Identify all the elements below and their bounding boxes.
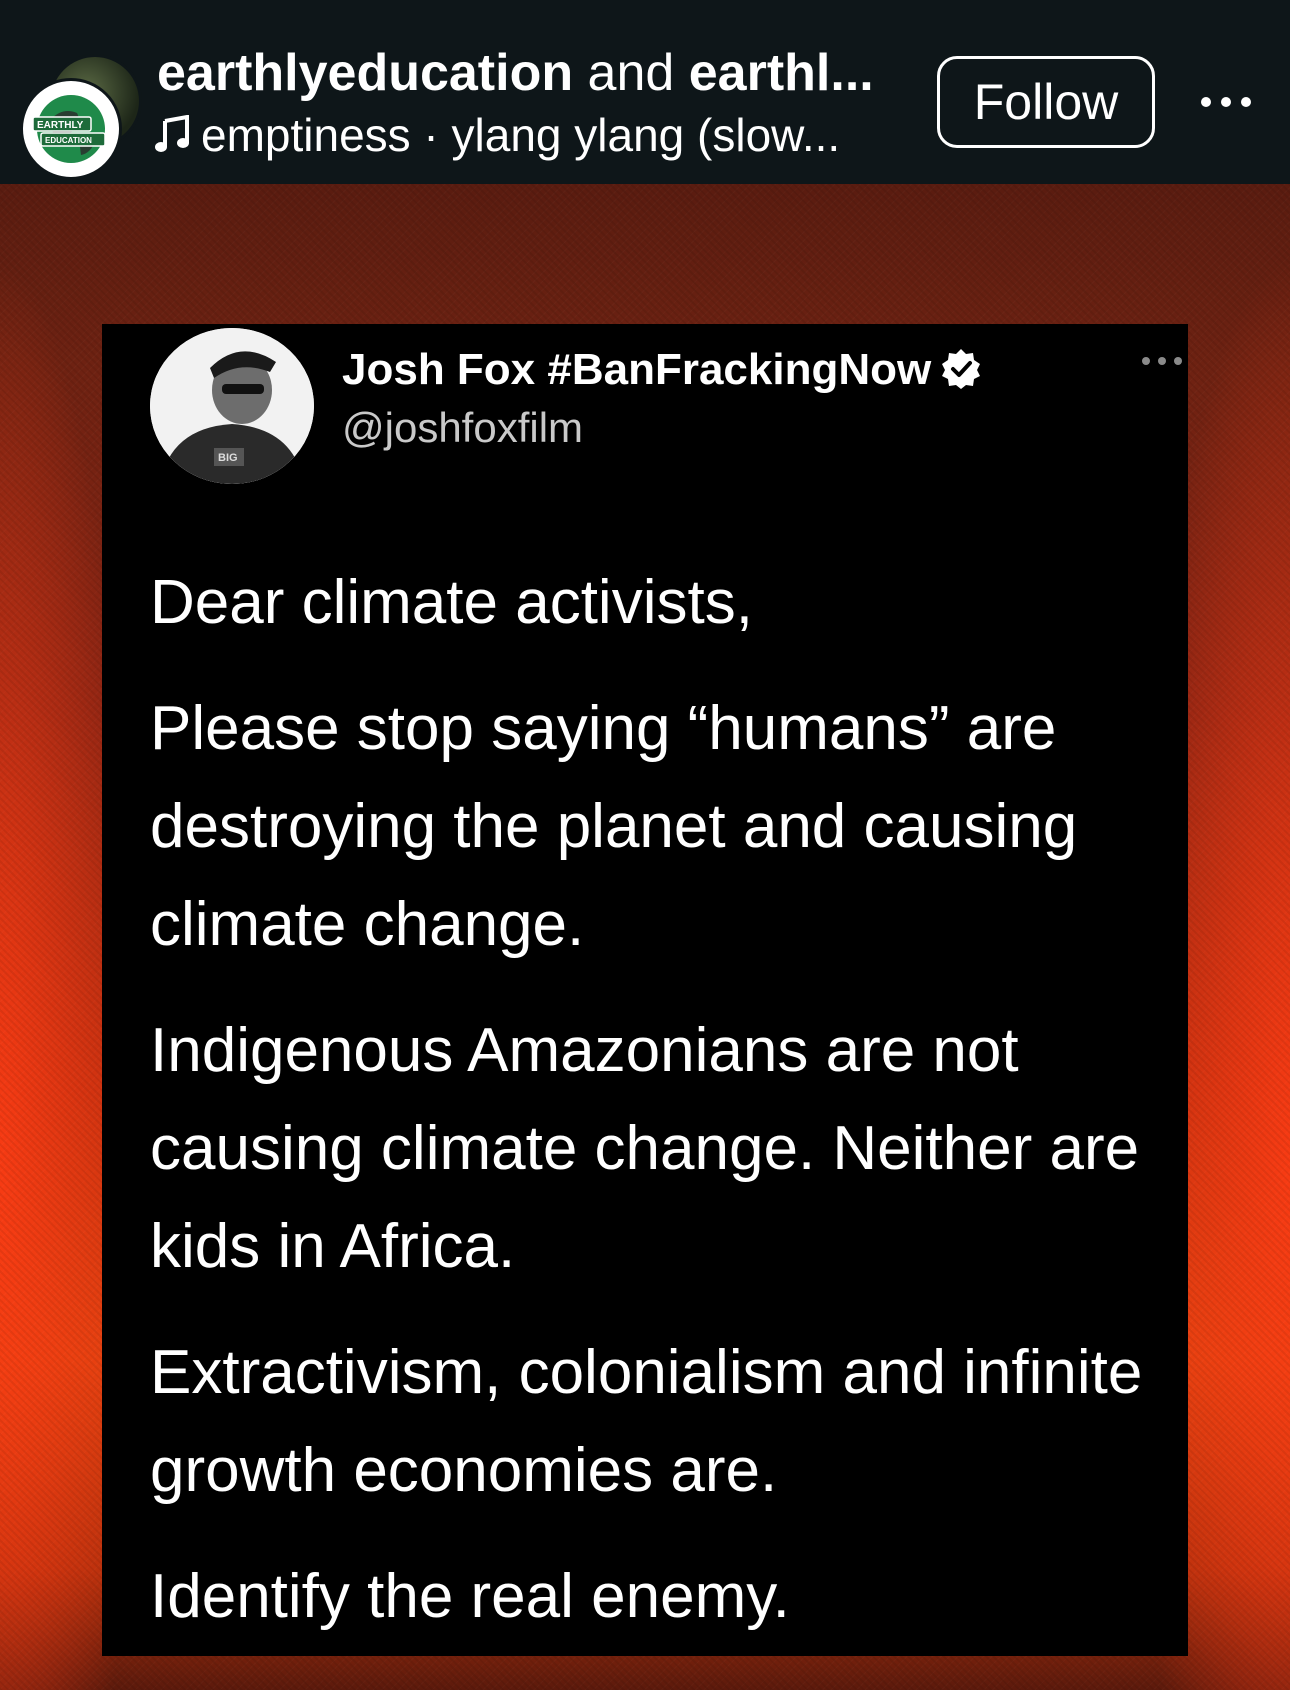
avatar-badge-bottom: EDUCATION	[45, 136, 92, 145]
globe-logo-icon: EARTHLY EDUCATION	[27, 85, 115, 173]
post-header: EARTHLY EDUCATION earthlyeducation and e…	[0, 0, 1290, 184]
shirt-text: BIG	[218, 452, 238, 464]
tweet-text: Dear climate activists, Please stop sayi…	[150, 554, 1170, 1674]
tweet-paragraph-humans: Please stop saying “humans” are destroyi…	[150, 694, 1078, 959]
reel-screen: EARTHLY EDUCATION earthlyeducation and e…	[0, 0, 1290, 1690]
tweet-more-icon	[1142, 357, 1182, 365]
tweet-author-name: Josh Fox #BanFrackingNow	[342, 342, 983, 398]
more-horizontal-icon[interactable]	[1198, 82, 1254, 122]
tweet-paragraph-indigenous: Indigenous Amazonians are not causing cl…	[150, 1016, 1140, 1281]
follow-button[interactable]: Follow	[937, 56, 1155, 148]
tweet-author-handle: @joshfoxfilm	[342, 404, 584, 451]
username-primary[interactable]: earthlyeducation	[157, 44, 573, 102]
tweet-author-avatar: BIG	[150, 328, 314, 484]
earthlyeducation-avatar[interactable]: EARTHLY EDUCATION	[20, 78, 122, 180]
tweet-paragraph-greeting: Dear climate activists,	[150, 568, 753, 637]
music-note-icon	[155, 115, 189, 152]
audio-track-label[interactable]: emptiness · ylang ylang (slow...	[201, 109, 840, 161]
author-photo-icon: BIG	[150, 328, 314, 484]
post-usernames[interactable]: earthlyeducation and earthl...	[157, 42, 897, 104]
avatar-badge-top: EARTHLY	[37, 120, 84, 131]
verified-badge-icon	[942, 349, 981, 389]
author-name-text: Josh Fox #BanFrackingNow	[342, 345, 932, 394]
audio-attribution[interactable]: emptiness · ylang ylang (slow...	[155, 104, 895, 166]
tweet-card: BIG Josh Fox #BanFrackingNow @joshfoxfil…	[102, 324, 1188, 1656]
account-avatars[interactable]: EARTHLY EDUCATION	[20, 50, 142, 180]
tweet-paragraph-extractivism: Extractivism, colonialism and infinite g…	[150, 1338, 1143, 1505]
tweet-paragraph-enemy: Identify the real enemy.	[150, 1562, 790, 1631]
username-connector: and	[573, 44, 689, 102]
username-secondary[interactable]: earthl...	[689, 44, 874, 102]
